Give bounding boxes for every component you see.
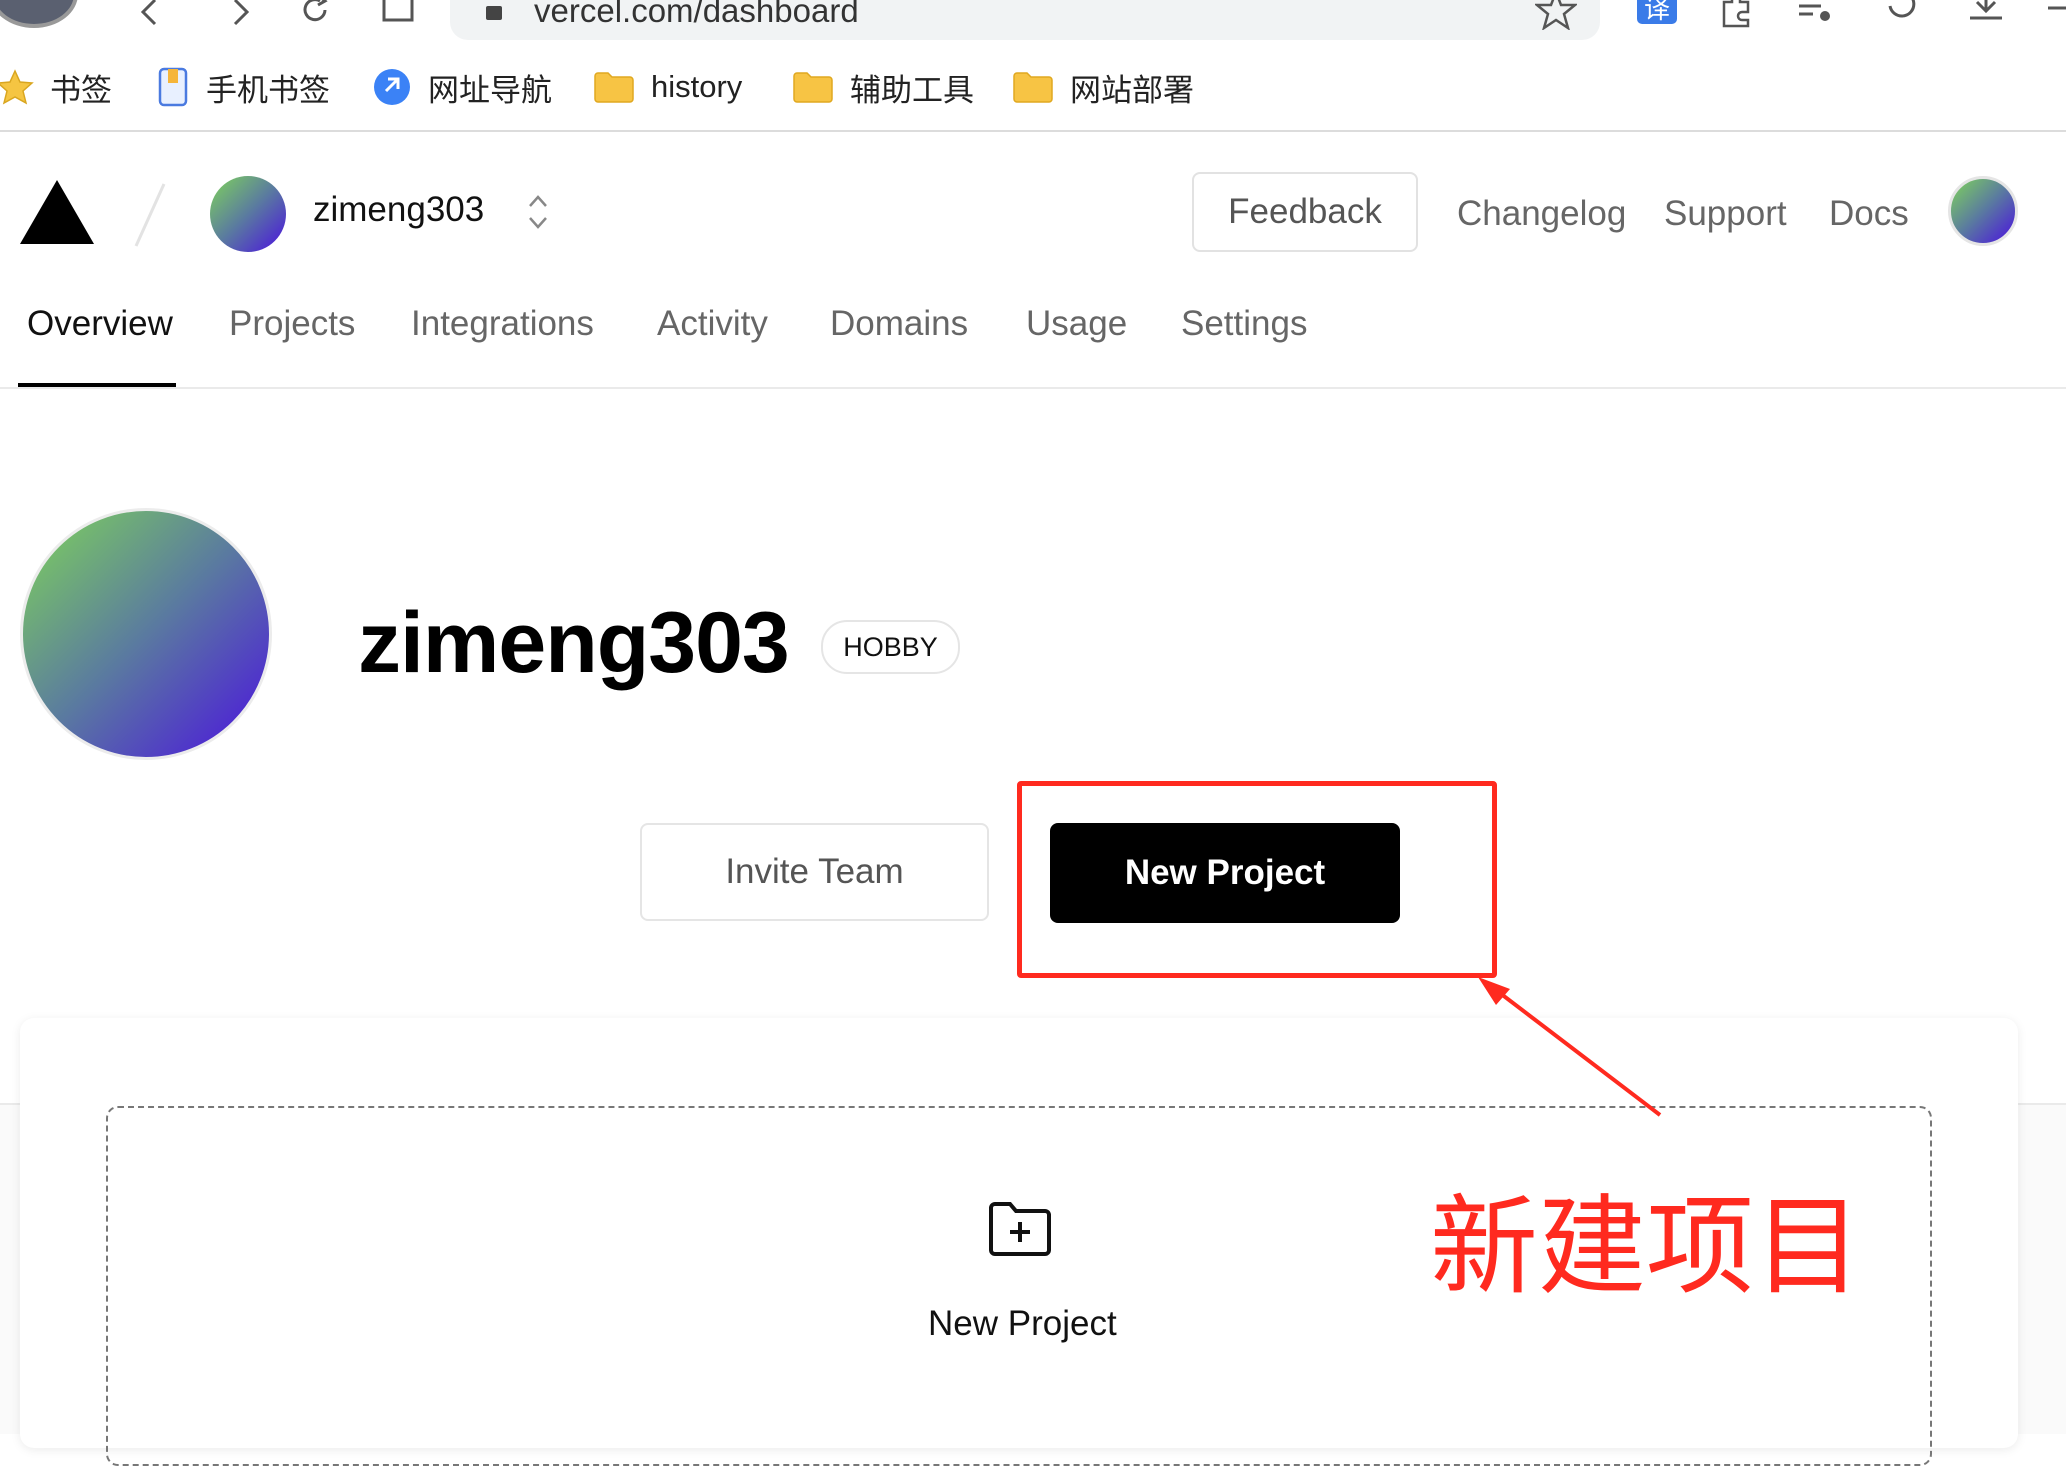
avatar[interactable] [210, 176, 286, 252]
folder-icon [1012, 70, 1054, 104]
bookmark-label: 手机书签 [206, 72, 330, 108]
browser-toolbar: vercel.com/dashboard 译 [0, 0, 2066, 48]
reload-button[interactable] [295, 0, 335, 35]
bookmark-label: 网址导航 [428, 72, 552, 108]
folder-icon [593, 70, 635, 104]
phone-bookmark-icon [156, 67, 190, 107]
home-icon [382, 0, 414, 22]
folder-plus-icon [989, 1202, 1051, 1256]
tab-overview-underline [18, 383, 176, 387]
profile-section: zimeng303 HOBBY Invite Team New Project [0, 388, 2066, 1103]
extensions-icon[interactable] [1716, 0, 1758, 28]
annotation-text: 新建项目 [1430, 1185, 1863, 1310]
chevron-left-icon [140, 0, 157, 26]
switcher-chevron-icon[interactable] [525, 190, 551, 234]
translate-button[interactable]: 译 [1637, 0, 1677, 24]
changelog-link[interactable]: Changelog [1457, 194, 1626, 234]
bookmark-star-icon[interactable] [1535, 0, 1577, 30]
folder-icon [792, 70, 834, 104]
bookmark-item[interactable]: 网站部署 [1012, 62, 1194, 112]
history-icon[interactable] [1880, 0, 1930, 26]
feedback-button[interactable]: Feedback [1192, 172, 1418, 252]
back-button[interactable] [130, 0, 170, 37]
chevron-right-icon [233, 0, 250, 26]
bookmark-item[interactable]: 手机书签 [156, 62, 330, 112]
lock-icon [486, 6, 502, 20]
navigation-icon [372, 67, 412, 107]
plan-badge-label: HOBBY [843, 631, 938, 662]
bookmark-item[interactable]: 书签 [0, 62, 112, 112]
vercel-logo-icon[interactable] [20, 180, 94, 244]
tab-usage[interactable]: Usage [1026, 304, 1127, 344]
address-bar[interactable]: vercel.com/dashboard [450, 0, 1600, 40]
bookmark-item[interactable]: 网址导航 [372, 62, 552, 112]
profile-name: zimeng303 [358, 595, 790, 691]
reload-icon [303, 0, 328, 22]
bookmark-item[interactable]: 辅助工具 [792, 62, 974, 112]
vercel-header: zimeng303 Feedback Changelog Support Doc… [0, 132, 2066, 389]
translate-icon: 译 [1643, 0, 1670, 24]
bookmark-label: 辅助工具 [850, 72, 974, 108]
download-icon[interactable] [1966, 0, 2006, 28]
bookmark-label: history [651, 69, 743, 104]
profile-avatar [20, 508, 272, 760]
feedback-label: Feedback [1228, 192, 1382, 231]
forward-button[interactable] [220, 0, 260, 37]
invite-team-label: Invite Team [725, 852, 904, 891]
bookmark-label: 网站部署 [1070, 72, 1194, 108]
bookmark-label: 书签 [50, 72, 112, 108]
browser-profile-icon[interactable] [0, 0, 78, 28]
url-text: vercel.com/dashboard [534, 0, 859, 29]
bookmarks-bar: 书签 手机书签 网址导航 history 辅助工具 网站部署 [0, 50, 2066, 132]
invite-team-button[interactable]: Invite Team [640, 823, 989, 921]
annotation-highlight-box [1017, 781, 1497, 978]
user-avatar[interactable] [1948, 176, 2018, 246]
slash-divider-icon [134, 183, 166, 247]
empty-new-project-label: New Project [928, 1304, 1117, 1343]
tab-integrations[interactable]: Integrations [411, 304, 594, 344]
tab-settings[interactable]: Settings [1181, 304, 1307, 344]
tab-domains[interactable]: Domains [830, 304, 968, 344]
media-icon[interactable] [1795, 0, 1835, 28]
plan-badge: HOBBY [821, 620, 960, 674]
team-name[interactable]: zimeng303 [313, 190, 484, 230]
support-link[interactable]: Support [1664, 194, 1787, 234]
annotation-arrow-icon [1478, 977, 1662, 1117]
bookmark-item[interactable]: history [593, 62, 742, 112]
docs-link[interactable]: Docs [1829, 194, 1909, 234]
menu-icon[interactable] [2046, 0, 2066, 28]
tab-projects[interactable]: Projects [229, 304, 355, 344]
star-icon [0, 69, 34, 105]
tab-activity[interactable]: Activity [657, 304, 768, 344]
tab-overview[interactable]: Overview [27, 304, 173, 344]
home-button[interactable] [380, 0, 416, 29]
